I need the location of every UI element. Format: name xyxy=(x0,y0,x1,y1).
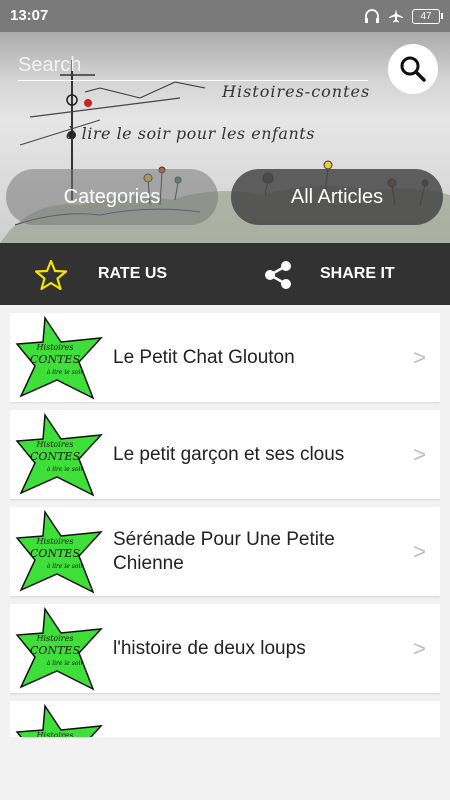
svg-text:CONTES: CONTES xyxy=(30,450,80,463)
svg-text:Histoires: Histoires xyxy=(36,440,74,449)
chevron-right-icon: > xyxy=(413,539,426,564)
article-title: Le fantôme et le... xyxy=(113,701,403,738)
search-input[interactable] xyxy=(18,50,368,81)
svg-text:Histoires: Histoires xyxy=(36,343,74,352)
list-item[interactable]: Histoires CONTES à lire le soir Le petit… xyxy=(10,410,440,499)
share-icon[interactable] xyxy=(262,259,294,291)
rate-us-button[interactable]: RATE US xyxy=(98,265,167,283)
article-title: l'histoire de deux loups xyxy=(113,637,306,659)
status-bar: 13:07 47 xyxy=(0,0,450,32)
svg-text:à lire le soir: à lire le soir xyxy=(47,369,85,376)
svg-text:Histoires: Histoires xyxy=(36,634,74,643)
list-item[interactable]: Histoires CONTES à lire le soir Le fantô… xyxy=(10,701,440,737)
svg-text:CONTES: CONTES xyxy=(30,547,80,560)
headphones-icon xyxy=(365,9,379,23)
story-star-thumbnail: Histoires CONTES à lire le soir xyxy=(15,510,103,594)
story-star-thumbnail: Histoires CONTES à lire le soir xyxy=(15,413,103,497)
search-button[interactable] xyxy=(388,44,438,94)
list-item[interactable]: Histoires CONTES à lire le soir l'histoi… xyxy=(10,604,440,693)
svg-text:à lire le soir: à lire le soir xyxy=(47,563,85,570)
svg-text:Histoires: Histoires xyxy=(36,537,74,546)
svg-text:CONTES: CONTES xyxy=(30,644,80,657)
share-it-button[interactable]: SHARE IT xyxy=(320,265,395,283)
article-title: Le petit garçon et ses clous xyxy=(113,443,345,465)
status-time: 13:07 xyxy=(10,7,49,24)
story-star-thumbnail: Histoires CONTES à lire le soir xyxy=(15,316,103,400)
svg-text:Histoires: Histoires xyxy=(36,731,74,737)
chevron-right-icon: > xyxy=(413,442,426,467)
list-item[interactable]: Histoires CONTES à lire le soir Le Petit… xyxy=(10,313,440,402)
airplane-icon xyxy=(389,9,403,23)
article-title: Sérénade Pour Une Petite Chienne xyxy=(113,528,335,574)
list-item[interactable]: Histoires CONTES à lire le soir Sérénade… xyxy=(10,507,440,596)
search-icon xyxy=(400,56,426,82)
svg-text:CONTES: CONTES xyxy=(30,353,80,366)
chevron-right-icon: > xyxy=(413,636,426,661)
battery-icon: 47 xyxy=(412,8,443,24)
header-banner: Histoires-contes à lire le soir pour les… xyxy=(0,0,450,243)
article-title: Le Petit Chat Glouton xyxy=(113,346,295,368)
categories-button[interactable]: Categories xyxy=(6,169,218,225)
svg-text:à lire le soir: à lire le soir xyxy=(47,466,85,473)
chevron-right-icon: > xyxy=(413,345,426,370)
all-articles-button[interactable]: All Articles xyxy=(231,169,443,225)
article-list[interactable]: Histoires CONTES à lire le soir Le Petit… xyxy=(10,313,440,737)
story-star-thumbnail: Histoires CONTES à lire le soir xyxy=(15,607,103,691)
action-bar: RATE US SHARE IT xyxy=(0,243,450,305)
star-icon[interactable] xyxy=(35,259,67,291)
story-star-thumbnail: Histoires CONTES à lire le soir xyxy=(15,704,103,737)
header-subtitle: à lire le soir pour les enfants xyxy=(66,124,315,143)
svg-text:à lire le soir: à lire le soir xyxy=(47,660,85,667)
chevron-right-icon: > xyxy=(413,733,426,737)
header-title: Histoires-contes xyxy=(222,82,371,101)
